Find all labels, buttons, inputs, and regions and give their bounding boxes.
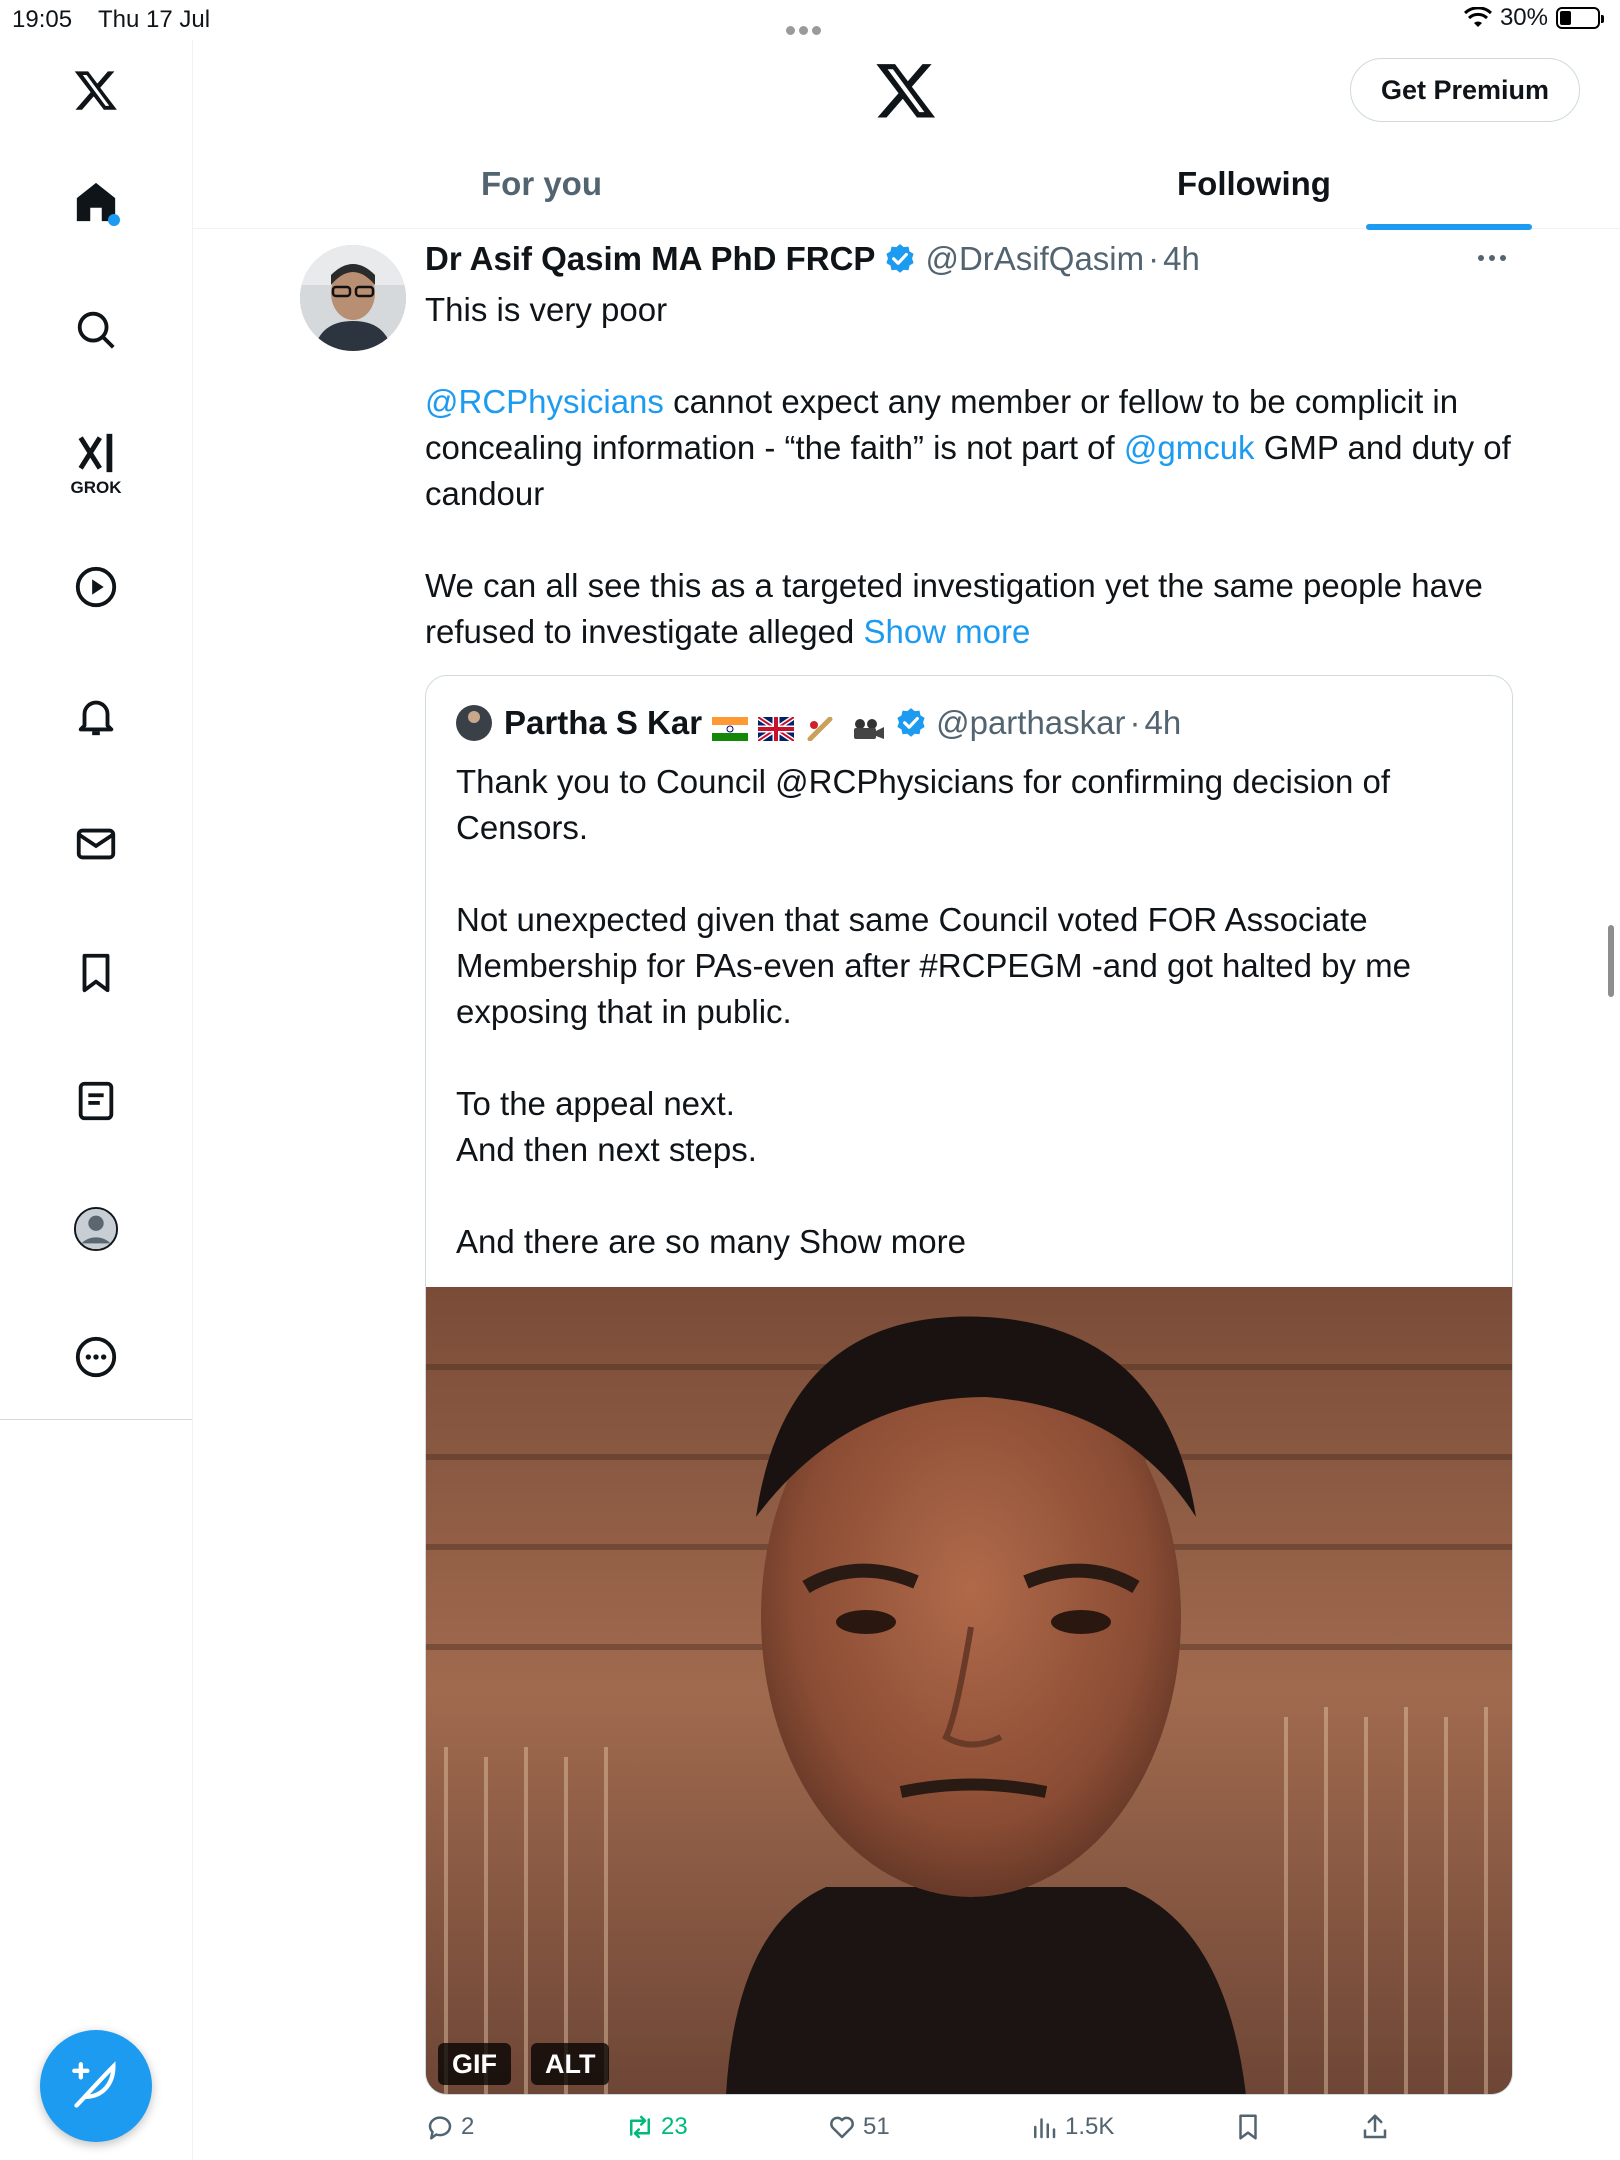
grok-label: GROK: [70, 478, 122, 497]
tweet-line: This is very poor: [425, 291, 668, 328]
author-name[interactable]: Dr Asif Qasim MA PhD FRCP: [425, 240, 875, 278]
home-icon[interactable]: [63, 169, 129, 235]
wifi-icon: [1463, 7, 1492, 27]
quote-paragraph-2: Not unexpected given that same Council v…: [456, 901, 1411, 1030]
tab-for-you[interactable]: For you: [481, 140, 602, 228]
quote-author-handle: @parthaskar: [936, 704, 1126, 741]
active-tab-indicator: [1366, 224, 1532, 230]
tweet-body: This is very poor @RCPhysicians cannot e…: [425, 287, 1525, 701]
views-chart-icon: [1034, 2118, 1056, 2139]
view-count: 1.5K: [1065, 2113, 1115, 2140]
heart-icon: [830, 2116, 854, 2139]
tweet-timestamp[interactable]: 4h: [1163, 240, 1200, 278]
quote-line: And then next steps.: [456, 1131, 757, 1168]
author-handle[interactable]: @DrAsifQasim: [925, 240, 1144, 278]
quote-verified-badge-icon: [897, 708, 925, 737]
like-button[interactable]: 51: [827, 2112, 890, 2142]
lists-icon[interactable]: [63, 1068, 129, 1134]
repost-button[interactable]: 23: [625, 2112, 688, 2142]
scrollbar-thumb[interactable]: [1608, 925, 1614, 997]
compose-feather-icon: [72, 2061, 116, 2108]
x-header-logo-icon[interactable]: [874, 58, 938, 122]
quote-paragraph-1: Thank you to Council @RCPhysicians for c…: [456, 763, 1391, 846]
show-more-link[interactable]: Show more: [863, 613, 1030, 650]
meta-separator: ·: [1148, 240, 1160, 277]
views-button[interactable]: 1.5K: [1029, 2112, 1114, 2142]
bookmark-button[interactable]: [1233, 2112, 1263, 2142]
reply-icon: [428, 2116, 452, 2140]
x-logo-icon[interactable]: [63, 57, 129, 123]
like-count: 51: [863, 2113, 890, 2140]
india-flag-icon: [712, 711, 749, 741]
sidebar-divider: [0, 1419, 192, 1420]
verified-badge-icon: [886, 244, 915, 273]
quote-timestamp: 4h: [1144, 704, 1182, 741]
messages-icon[interactable]: [63, 811, 129, 877]
compose-post-button[interactable]: [40, 2030, 152, 2142]
quote-body: Thank you to Council @RCPhysicians for c…: [456, 759, 1476, 1311]
profile-icon[interactable]: [63, 1196, 129, 1262]
status-time: 19:05: [12, 6, 73, 33]
quote-author-row: Partha S Kar @parthaskar · 4h: [456, 704, 1182, 744]
battery-icon: [1556, 7, 1604, 29]
uk-flag-icon: [756, 711, 796, 744]
quote-meta-separator: ·: [1129, 704, 1141, 741]
more-icon[interactable]: [63, 1324, 129, 1390]
quote-gif-media[interactable]: GIF ALT: [426, 1287, 1512, 2094]
quote-paragraph-3: To the appeal next. And then next steps.: [456, 1081, 1476, 1173]
reply-count: 2: [461, 2113, 475, 2140]
quote-author-avatar: [456, 705, 492, 741]
bookmarks-icon[interactable]: [63, 940, 129, 1006]
bookmark-icon: [1239, 2114, 1257, 2140]
notifications-icon[interactable]: [63, 683, 129, 749]
sidebar: GROK: [0, 40, 193, 2160]
gif-badge: GIF: [438, 2043, 511, 2085]
movie-camera-icon: [850, 711, 886, 739]
grok-icon[interactable]: [63, 420, 129, 486]
status-bar: 19:05 Thu 17 Jul 30%: [0, 0, 1620, 40]
status-date: Thu 17 Jul: [98, 6, 211, 33]
cricket-icon: [804, 711, 840, 742]
video-icon[interactable]: [63, 554, 129, 620]
alt-badge[interactable]: ALT: [531, 2043, 610, 2085]
tweet-paragraph-3: We can all see this as a targeted invest…: [425, 563, 1525, 655]
gif-frame-image: [426, 1287, 1512, 2094]
share-button[interactable]: [1360, 2112, 1390, 2142]
search-icon[interactable]: [63, 297, 129, 363]
status-right: 30%: [1463, 4, 1604, 32]
battery-percent: 30%: [1499, 4, 1548, 31]
get-premium-button[interactable]: Get Premium: [1350, 58, 1580, 122]
multitasking-dots-icon[interactable]: [786, 14, 825, 42]
reply-button[interactable]: 2: [425, 2112, 474, 2142]
repost-icon: [630, 2115, 650, 2139]
tweet-more-options-icon[interactable]: [1478, 255, 1518, 265]
quote-paragraph-4: And there are so many Show more: [456, 1223, 966, 1260]
quote-line: To the appeal next.: [456, 1085, 735, 1122]
share-icon: [1363, 2114, 1387, 2139]
quoted-tweet-card[interactable]: Partha S Kar @parthaskar · 4h Thank you …: [425, 675, 1513, 2095]
quote-author-name: Partha S Kar: [504, 704, 703, 741]
mention-rcphysicians[interactable]: @RCPhysicians: [425, 383, 664, 420]
author-avatar[interactable]: [300, 245, 406, 351]
tweet-author-row: Dr Asif Qasim MA PhD FRCP @DrAsifQasim ·…: [425, 240, 1200, 278]
timeline-tabs: For you Following: [193, 140, 1620, 230]
repost-count: 23: [661, 2113, 688, 2140]
mention-gmcuk[interactable]: @gmcuk: [1124, 429, 1255, 466]
tab-following[interactable]: Following: [1177, 140, 1331, 228]
home-notification-dot: [108, 214, 120, 226]
tweet-paragraph-2: @RCPhysicians cannot expect any member o…: [425, 379, 1525, 517]
